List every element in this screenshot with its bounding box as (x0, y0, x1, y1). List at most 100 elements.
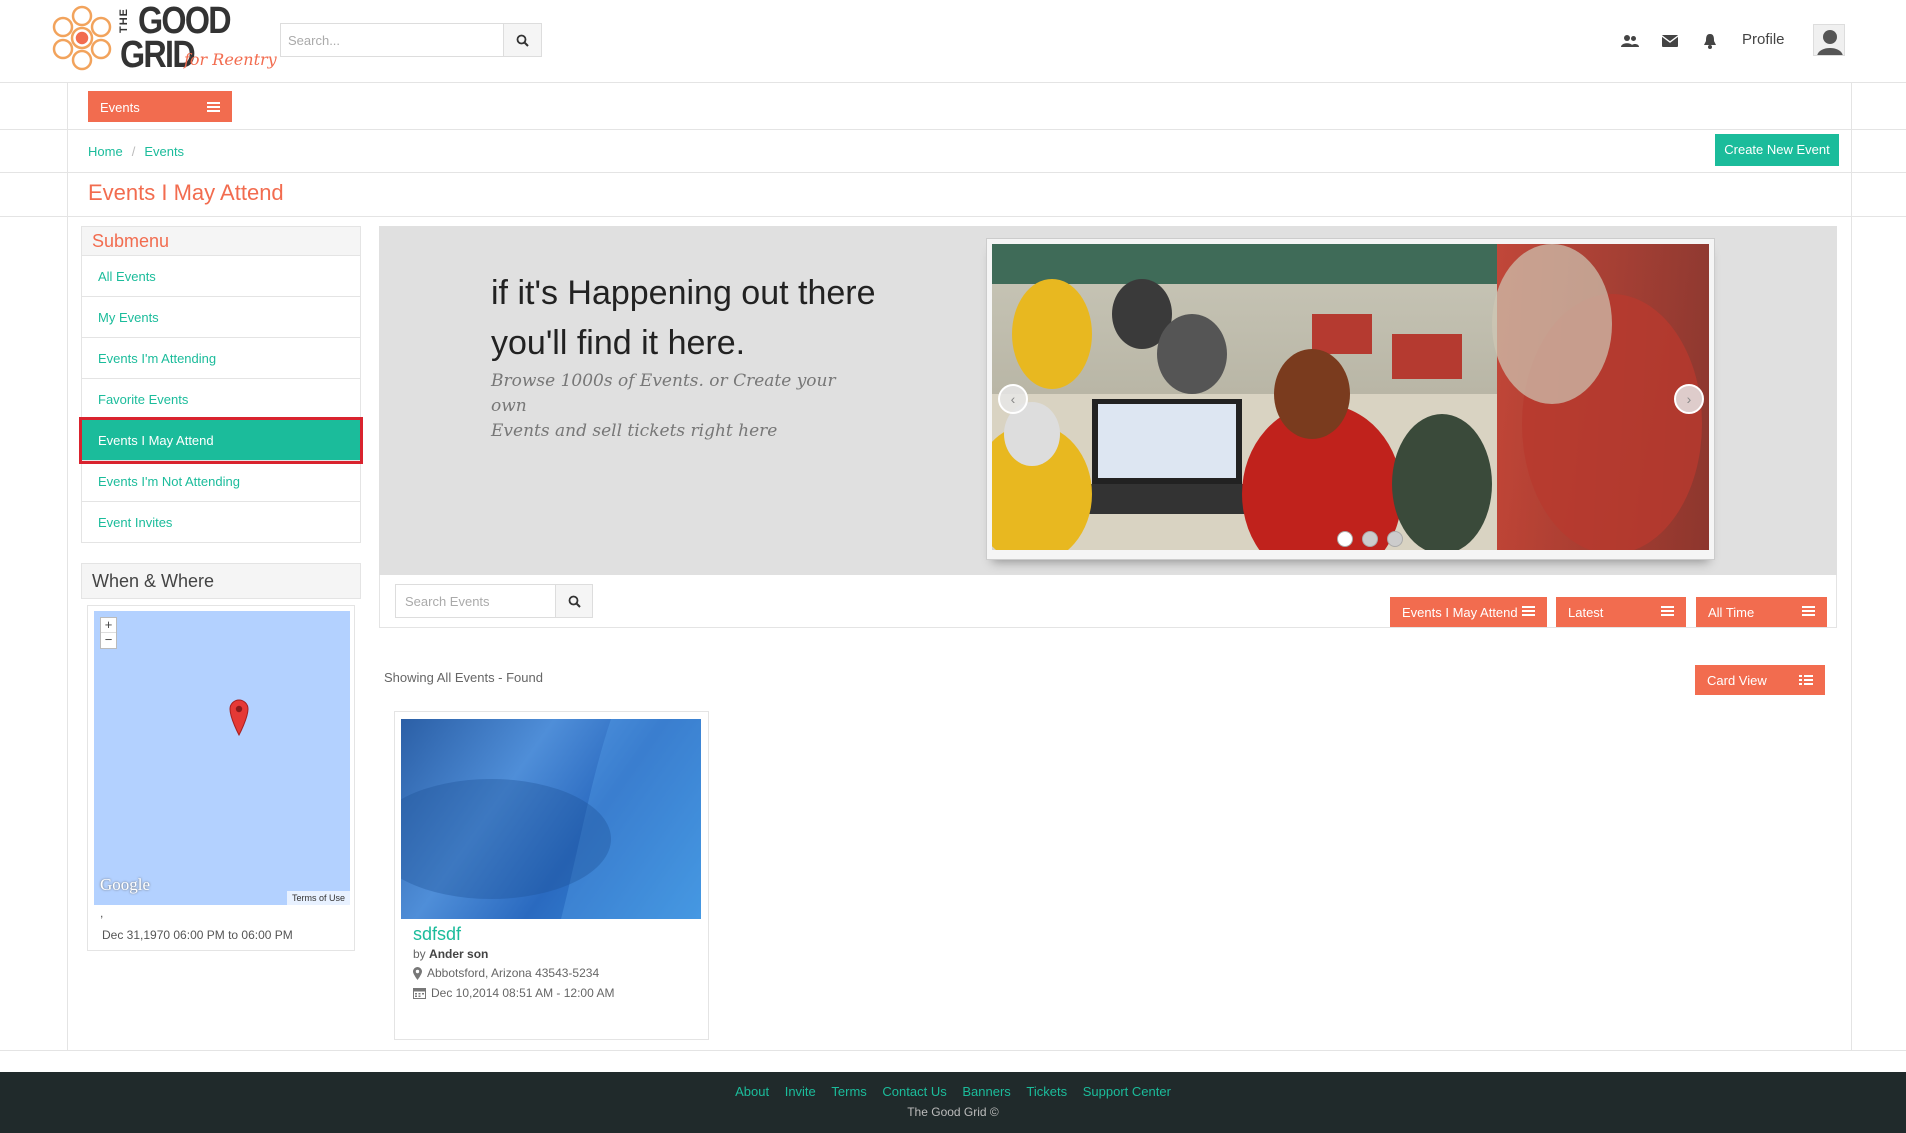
friends-button[interactable] (1621, 32, 1639, 50)
slider-dots (1337, 531, 1403, 547)
event-location-text: Abbotsford, Arizona 43543-5234 (427, 966, 600, 980)
banner-subtext-line-2: Events and sell tickets right here (491, 421, 778, 441)
event-date-text: Dec 10,2014 08:51 AM - 12:00 AM (431, 986, 615, 1000)
event-date: Dec 10,2014 08:51 AM - 12:00 AM (413, 986, 614, 1000)
global-search-button[interactable] (503, 24, 541, 56)
event-search-input[interactable] (396, 585, 554, 617)
logo-tagline: for Reentry (184, 50, 277, 69)
global-search-input[interactable] (281, 24, 501, 56)
copyright: The Good Grid © (907, 1105, 999, 1119)
event-address: , (100, 906, 104, 920)
chevron-right-icon: › (1686, 391, 1692, 407)
slider-next-button[interactable]: › (1674, 384, 1704, 414)
envelope-icon (1662, 35, 1678, 47)
logo-grid: GRID (120, 34, 196, 76)
period-filter[interactable]: All Time (1696, 597, 1827, 627)
divider (0, 1050, 1906, 1051)
banner-subtext-line-1: Browse 1000s of Events. or Create your o… (491, 371, 836, 416)
content-right-border (1851, 83, 1852, 1050)
breadcrumb-events[interactable]: Events (144, 144, 184, 159)
zoom-out-button[interactable]: − (101, 633, 116, 648)
submenu-item-not-attending[interactable]: Events I'm Not Attending (82, 461, 360, 502)
submenu-item-attending[interactable]: Events I'm Attending (82, 338, 360, 379)
banner-headline-line-2: you'll find it here. (491, 324, 746, 362)
events-menu-label: Events (100, 100, 140, 115)
map-marker-icon (413, 966, 422, 980)
submenu-item-my-events[interactable]: My Events (82, 297, 360, 338)
slider-dot[interactable] (1337, 531, 1353, 547)
banner-subtext: Browse 1000s of Events. or Create your o… (491, 369, 851, 444)
users-icon (1621, 35, 1639, 47)
grid-icon (1799, 675, 1813, 685)
event-title[interactable]: sdfsdf (413, 924, 461, 945)
zoom-in-button[interactable]: + (101, 618, 116, 633)
promo-banner: if it's Happening out there you'll find … (379, 226, 1837, 575)
messages-button[interactable] (1661, 32, 1679, 50)
period-filter-label: All Time (1708, 605, 1755, 620)
event-author-prefix: by (413, 947, 426, 961)
map-card: + − Google Terms of Use , Dec 31,1970 06… (87, 605, 355, 951)
footer-link-contact[interactable]: Contact Us (882, 1084, 946, 1099)
event-card[interactable]: sdfsdf by Ander son Abbotsford, Arizona … (394, 711, 709, 1040)
submenu-panel: Submenu All Events My Events Events I'm … (79, 226, 363, 543)
event-type-filter[interactable]: Events I May Attend (1390, 597, 1547, 627)
map-pin-icon[interactable] (228, 698, 250, 736)
map[interactable]: + − Google Terms of Use (94, 611, 350, 905)
bell-icon (1704, 34, 1716, 49)
event-author-name[interactable]: Ander son (429, 947, 488, 961)
event-author: by Ander son (413, 947, 488, 961)
image-slider: ‹ › (986, 238, 1715, 560)
site-logo[interactable]: THE GOOD GRID for Reentry (48, 0, 277, 78)
event-image[interactable] (401, 719, 701, 919)
footer-link-about[interactable]: About (735, 1084, 769, 1099)
slider-dot[interactable] (1362, 531, 1378, 547)
results-summary: Showing All Events - Found (384, 670, 543, 685)
search-icon (568, 595, 581, 608)
create-new-event-button[interactable]: Create New Event (1715, 134, 1839, 166)
when-where-title: When & Where (81, 563, 361, 599)
profile-link[interactable]: Profile (1742, 31, 1785, 48)
event-search-button[interactable] (555, 585, 592, 617)
filter-bar: Events I May Attend Latest All Time (379, 575, 1837, 628)
events-menu-button[interactable]: Events (88, 91, 232, 122)
footer-link-support[interactable]: Support Center (1083, 1084, 1171, 1099)
submenu-item-invites[interactable]: Event Invites (82, 502, 360, 543)
chevron-left-icon: ‹ (1010, 391, 1016, 407)
map-terms-link[interactable]: Terms of Use (286, 891, 350, 905)
card-view-label: Card View (1707, 673, 1767, 688)
calendar-icon (413, 988, 426, 999)
footer-link-invite[interactable]: Invite (785, 1084, 816, 1099)
footer-link-terms[interactable]: Terms (831, 1084, 866, 1099)
global-search (280, 23, 542, 57)
footer: About Invite Terms Contact Us Banners Ti… (0, 1072, 1906, 1133)
event-thumbnail (401, 719, 701, 919)
notifications-button[interactable] (1701, 32, 1719, 50)
avatar[interactable] (1813, 24, 1845, 56)
submenu-item-favorite[interactable]: Favorite Events (82, 379, 360, 420)
breadcrumb-home[interactable]: Home (88, 144, 123, 159)
sort-filter-label: Latest (1568, 605, 1604, 620)
flower-logo-icon (52, 5, 112, 71)
map-zoom-control: + − (100, 617, 117, 649)
slider-dot[interactable] (1387, 531, 1403, 547)
card-view-toggle[interactable]: Card View (1695, 665, 1825, 695)
list-icon (207, 102, 220, 112)
slide-photo (992, 244, 1709, 550)
footer-link-tickets[interactable]: Tickets (1026, 1084, 1067, 1099)
banner-headline: if it's Happening out there you'll find … (491, 268, 876, 368)
banner-headline-line-1: if it's Happening out there (491, 274, 876, 312)
submenu-title: Submenu (82, 227, 360, 256)
submenu-item-all-events[interactable]: All Events (82, 256, 360, 297)
top-header: THE GOOD GRID for Reentry Profile (0, 0, 1906, 83)
google-map-logo: Google (100, 875, 151, 894)
event-search (395, 584, 593, 618)
footer-links: About Invite Terms Contact Us Banners Ti… (0, 1084, 1906, 1099)
slider-prev-button[interactable]: ‹ (998, 384, 1028, 414)
event-type-filter-label: Events I May Attend (1402, 605, 1518, 620)
submenu-item-may-attend[interactable]: Events I May Attend (79, 417, 363, 464)
list-icon (1661, 606, 1674, 616)
footer-link-banners[interactable]: Banners (962, 1084, 1010, 1099)
event-date-range: Dec 31,1970 06:00 PM to 06:00 PM (102, 928, 293, 942)
sort-filter[interactable]: Latest (1556, 597, 1686, 627)
search-icon (516, 34, 529, 47)
